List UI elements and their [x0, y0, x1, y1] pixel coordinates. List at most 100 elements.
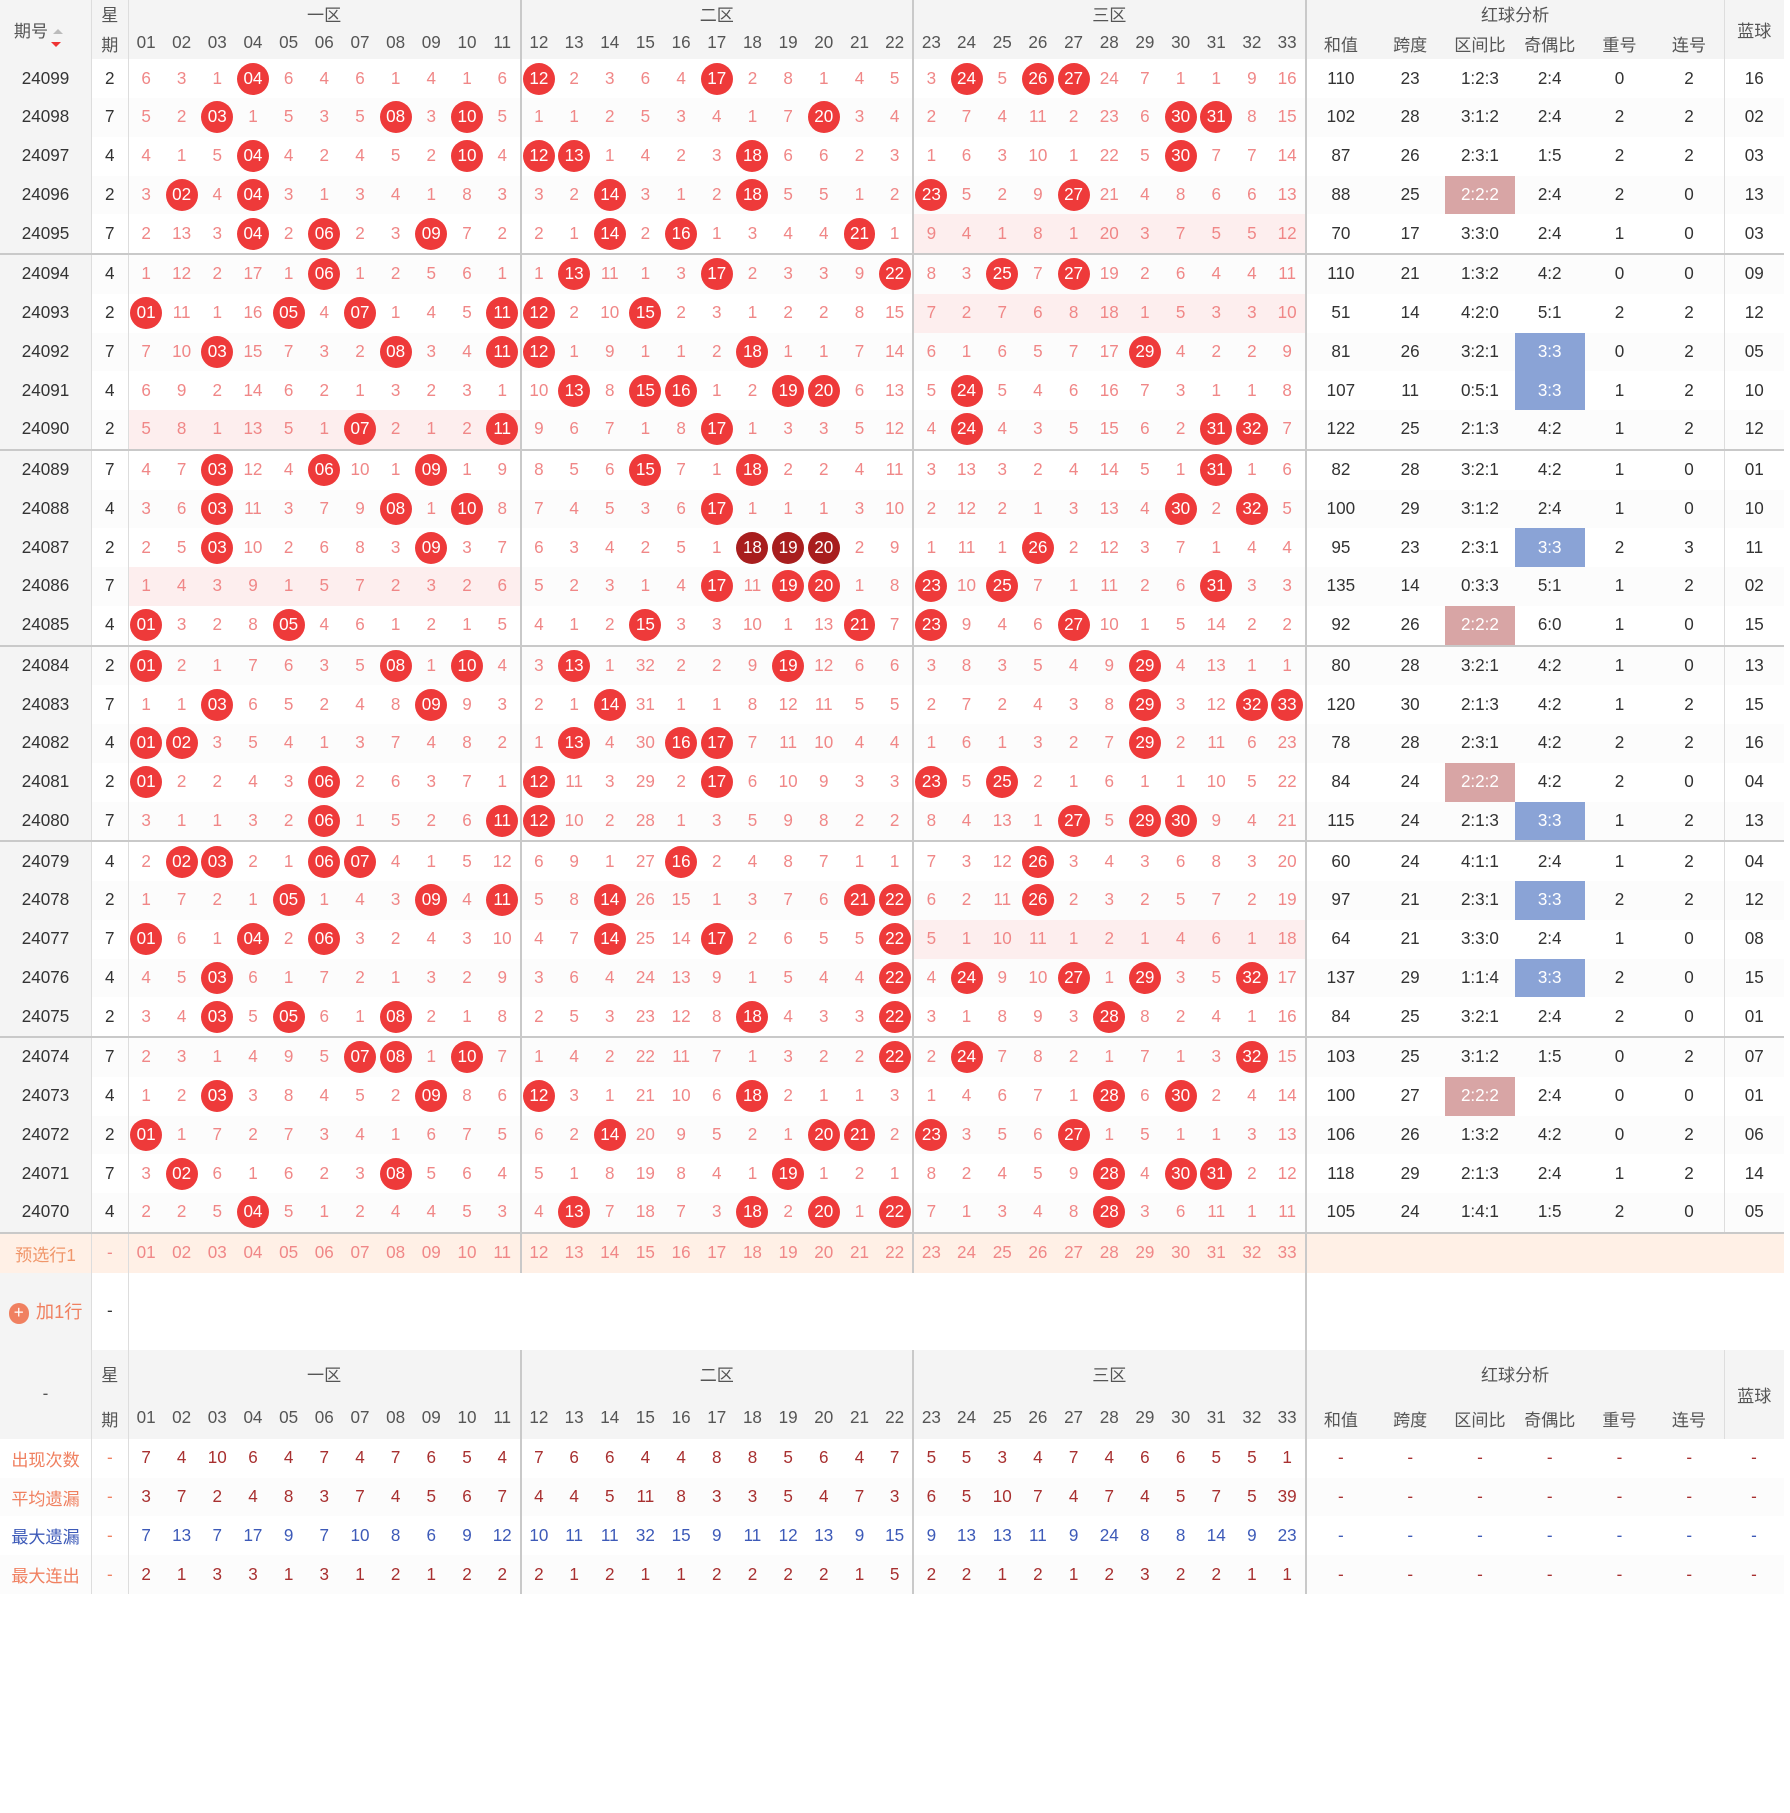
stats-value: 23 [1269, 1516, 1307, 1556]
drawn-ball: 18 [736, 140, 769, 173]
blue-ball-cell: 02 [1723, 98, 1784, 137]
drawn-ball: 16 [665, 217, 698, 250]
preselect-number[interactable]: 10 [449, 1232, 485, 1273]
drawn-ball: 10 [451, 101, 483, 134]
drawn-ball: 32 [1235, 1041, 1268, 1074]
stats-value: 2 [961, 1564, 972, 1584]
stats-num-27: 27 [1055, 1397, 1092, 1439]
preselect-number[interactable]: 24 [948, 1232, 985, 1273]
number-cell: 4 [520, 605, 557, 647]
preselect-number[interactable]: 20 [805, 1232, 842, 1273]
preselect-number[interactable]: 05 [270, 1232, 307, 1273]
number-cell: 3 [770, 254, 806, 294]
number-cell: 02 [163, 841, 200, 881]
number-cell: 4 [163, 567, 200, 606]
sort-icon[interactable] [51, 42, 62, 48]
preselect-number[interactable]: 25 [984, 1232, 1021, 1273]
preselect-number[interactable]: 16 [663, 1232, 699, 1273]
stats-value: 5 [961, 1487, 972, 1507]
number-cell: 2 [556, 59, 592, 98]
number-cell: 5 [163, 958, 200, 998]
number-cell: 1 [734, 410, 771, 451]
preselect-number[interactable]: 06 [306, 1232, 343, 1273]
preselect-number[interactable]: 02 [163, 1232, 200, 1273]
stats-dash-cell: - [1477, 1487, 1483, 1507]
number-cell: 1 [1234, 1193, 1270, 1234]
preselect-number[interactable]: 01 [128, 1232, 164, 1273]
add-row-label[interactable]: 加1行 [36, 1301, 83, 1322]
number-cell: 01 [128, 724, 164, 763]
number-cell: 31 [1198, 410, 1235, 451]
week-cell: 7 [90, 332, 129, 372]
analysis-sum: 51 [1304, 293, 1376, 333]
number-cell: 31 [1198, 98, 1235, 137]
period-header[interactable]: 期号 [0, 0, 92, 60]
number-cell: 1 [377, 958, 414, 998]
number-cell: 2 [1269, 605, 1307, 647]
number-cell: 7 [128, 332, 164, 372]
preselect-number[interactable]: 33 [1269, 1232, 1307, 1273]
stats-value: 32 [635, 1525, 655, 1545]
preselect-number[interactable]: 04 [235, 1232, 271, 1273]
preselect-number[interactable]: 22 [877, 1232, 915, 1273]
preselect-number[interactable]: 12 [520, 1232, 557, 1273]
number-cell: 2 [199, 605, 236, 647]
number-cell: 2 [1198, 1076, 1235, 1116]
preselect-number[interactable]: 15 [627, 1232, 664, 1273]
drawn-ball: 19 [772, 649, 805, 682]
number-cell: 22 [877, 1193, 915, 1234]
preselect-number[interactable]: 27 [1055, 1232, 1092, 1273]
number-cell: 10 [984, 919, 1021, 959]
add-row-button[interactable]: + 加1行 [0, 1272, 92, 1350]
preselect-number[interactable]: 07 [342, 1232, 378, 1273]
preselect-number[interactable]: 17 [698, 1232, 735, 1273]
number-cell: 28 [1091, 1193, 1128, 1234]
week-cell: 4 [90, 254, 129, 294]
preselect-number[interactable]: 32 [1234, 1232, 1270, 1273]
stats-num-12: 12 [520, 1397, 557, 1439]
stats-value: 6 [462, 1487, 472, 1507]
preselect-number[interactable]: 26 [1020, 1232, 1056, 1273]
analysis-repeat: 1 [1584, 489, 1655, 529]
preselect-number[interactable]: 03 [199, 1232, 236, 1273]
stats-value: 8 [390, 1525, 401, 1545]
preselect-label: 预选行1 [0, 1232, 92, 1273]
preselect-number[interactable]: 09 [413, 1232, 450, 1273]
number-cell: 11 [484, 293, 522, 333]
preselect-number[interactable]: 30 [1162, 1232, 1199, 1273]
preselect-number[interactable]: 18 [734, 1232, 771, 1273]
number-cell: 3 [627, 175, 664, 215]
preselect-number[interactable]: 19 [770, 1232, 806, 1273]
blue-ball-cell: 04 [1723, 841, 1784, 881]
period-cell: 24075 [0, 997, 92, 1038]
preselect-number[interactable]: 14 [591, 1232, 628, 1273]
preselect-number[interactable]: 08 [377, 1232, 414, 1273]
number-cell: 15 [627, 605, 664, 647]
number-cell: 25 [984, 762, 1021, 802]
number-cell: 7 [948, 685, 985, 724]
drawn-ball: 29 [1128, 688, 1161, 721]
number-cell: 6 [199, 1154, 236, 1193]
stats-value: 6 [248, 1448, 258, 1468]
number-cell: 7 [1127, 1037, 1163, 1077]
drawn-ball: 04 [236, 217, 269, 250]
preselect-number[interactable]: 28 [1091, 1232, 1128, 1273]
number-cell: 2 [984, 685, 1021, 724]
number-cell: 1 [627, 332, 664, 372]
plus-icon[interactable]: + [8, 1303, 30, 1324]
preselect-number[interactable]: 29 [1127, 1232, 1163, 1273]
number-cell: 8 [948, 645, 985, 686]
period-cell: 24081 [0, 762, 92, 802]
number-cell: 13 [556, 371, 592, 410]
drawn-ball: 07 [344, 297, 376, 330]
preselect-number[interactable]: 31 [1198, 1232, 1235, 1273]
preselect-number[interactable]: 23 [913, 1232, 949, 1273]
number-cell: 20 [1269, 841, 1307, 881]
preselect-number[interactable]: 11 [484, 1232, 522, 1273]
period-cell: 24089 [0, 449, 92, 490]
stats-value: 39 [1269, 1477, 1307, 1517]
preselect-number[interactable]: 13 [556, 1232, 592, 1273]
preselect-number[interactable]: 21 [841, 1232, 878, 1273]
drawn-ball: 24 [950, 374, 983, 407]
number-cell: 1 [1091, 1037, 1128, 1077]
